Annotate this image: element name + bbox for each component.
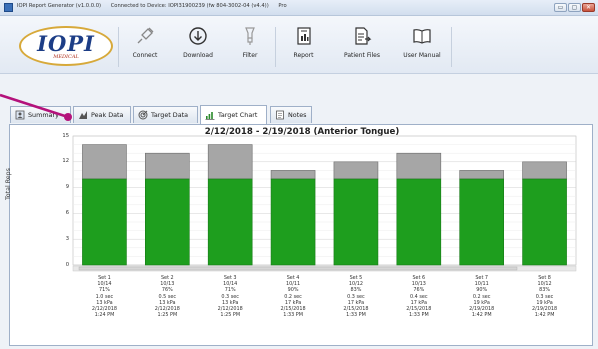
bar-total-reps [82, 144, 127, 180]
y-axis-label: Total Reps [5, 168, 12, 200]
bar-target-reps [459, 178, 504, 266]
y-tick-label: 9 [65, 184, 69, 191]
x-tick-label: Set 2 10/13 76% 0.5 sec 13 kPa 2/12/2018 1:25 … [154, 275, 180, 319]
y-tick-label: 0 [65, 261, 69, 268]
x-tick-label: Set 8 10/12 83% 0.3 sec 19 kPa 2/19/2018 1:42 … [532, 275, 558, 319]
bar-target-reps [333, 178, 379, 266]
x-tick-label: Set 1 10/14 71% 1.0 sec 13 kPa 2/12/2018 1:24 … [91, 275, 117, 319]
x-tick-label: Set 3 10/14 71% 0.3 sec 13 kPa 2/12/2018 1:25 … [217, 275, 243, 319]
bar-target-reps [396, 178, 442, 266]
y-tick-label: 15 [62, 132, 69, 139]
app-window: IOPI Report Generator (v1.0.0.0) Connect… [0, 0, 598, 349]
bar-target-reps [82, 178, 127, 266]
bar-total-reps [333, 161, 379, 180]
x-tick-label: Set 6 10/13 76% 0.4 sec 17 kPa 2/15/2018 1:33 … [406, 275, 432, 319]
x-tick-label: Set 5 10/12 83% 0.3 sec 17 kPa 2/15/2018 1:33 … [343, 275, 369, 319]
x-tick-label: Set 4 10/11 90% 0.2 sec 17 kPa 2/15/2018 1:33 … [280, 275, 306, 319]
callout-dot [64, 113, 72, 121]
bar-target-reps [270, 178, 316, 266]
x-tick-label: Set 7 10/11 90% 0.2 sec 19 kPa 2/19/2018 1:42 … [469, 275, 495, 319]
y-tick-label: 6 [65, 209, 69, 216]
bar-total-reps [459, 170, 504, 180]
bar-target-reps [522, 178, 567, 266]
bar-total-reps [396, 152, 442, 180]
bar-target-reps [207, 178, 253, 266]
y-tick-label: 3 [65, 235, 69, 242]
bar-total-reps [145, 152, 190, 180]
bar-target-reps [145, 178, 190, 266]
callout-pointer [0, 93, 72, 121]
chart-scrollbar-thumb [78, 266, 518, 271]
bar-total-reps [207, 144, 253, 180]
y-tick-label: 12 [62, 158, 69, 165]
bar-total-reps [522, 161, 567, 180]
bar-total-reps [270, 170, 316, 180]
